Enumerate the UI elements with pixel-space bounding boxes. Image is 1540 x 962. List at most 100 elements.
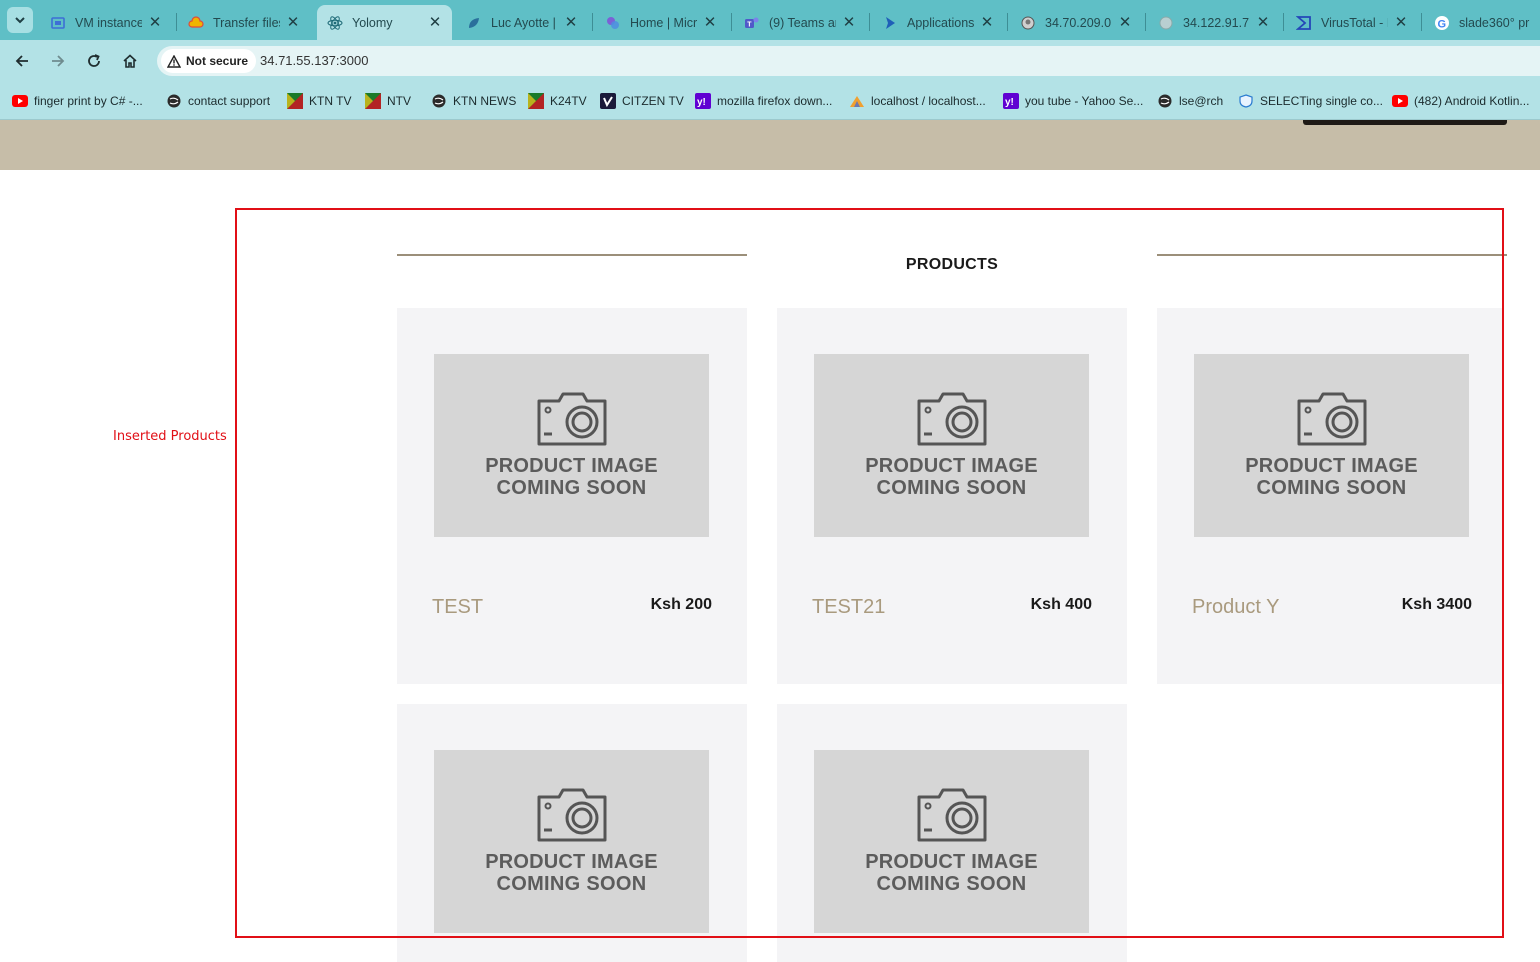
bookmark-item[interactable]: localhost / localhost...	[849, 92, 986, 110]
vimeo-icon	[600, 93, 616, 109]
tab-applications[interactable]: Applications ✕	[872, 5, 1004, 40]
product-card[interactable]: PRODUCT IMAGE COMING SOON TEST21 Ksh 400	[777, 308, 1127, 684]
placeholder-text: COMING SOON	[496, 477, 647, 499]
tab-title: Yolomy	[352, 15, 393, 30]
close-icon[interactable]: ✕	[1394, 15, 1408, 30]
react-icon	[327, 15, 343, 31]
globe-icon	[1020, 15, 1036, 31]
forward-button[interactable]	[45, 48, 71, 74]
bookmark-item[interactable]: y! you tube - Yahoo Se...	[1003, 92, 1143, 110]
placeholder-text: COMING SOON	[496, 873, 647, 895]
tab-teams[interactable]: T (9) Teams an ✕	[734, 5, 866, 40]
product-card[interactable]: PRODUCT IMAGE COMING SOON	[777, 704, 1127, 962]
close-icon[interactable]: ✕	[428, 15, 442, 30]
tab-title: slade360° pr	[1459, 15, 1530, 30]
bookmark-item[interactable]: y! mozilla firefox down...	[695, 92, 832, 110]
placeholder-text: COMING SOON	[876, 477, 1027, 499]
tab-transfer-files[interactable]: Transfer files ✕	[178, 5, 310, 40]
home-icon	[123, 54, 137, 68]
bookmarks-bar: finger print by C# -... contact support …	[0, 81, 1540, 120]
tab-slade360[interactable]: G slade360° pr	[1424, 5, 1540, 40]
url-text[interactable]: 34.71.55.137:3000	[260, 53, 368, 68]
placeholder-text: PRODUCT IMAGE	[485, 851, 658, 873]
tab-title: Applications	[907, 15, 974, 30]
close-icon[interactable]: ✕	[703, 15, 717, 30]
shield-icon	[1238, 93, 1254, 109]
home-button[interactable]	[117, 48, 143, 74]
bookmark-item[interactable]: finger print by C# -...	[12, 92, 143, 110]
google-icon: G	[1434, 15, 1450, 31]
address-bar[interactable]: Not secure 34.71.55.137:3000	[157, 46, 1540, 76]
camera-icon	[537, 788, 606, 842]
bookmark-label: KTN TV	[309, 94, 352, 108]
globe-icon	[166, 93, 182, 109]
bookmark-item[interactable]: KTN NEWS	[431, 92, 516, 110]
yahoo-icon: y!	[695, 93, 711, 109]
bookmark-item[interactable]: CITZEN TV	[600, 92, 684, 110]
virustotal-icon	[1296, 15, 1312, 31]
placeholder-text: PRODUCT IMAGE	[865, 455, 1038, 477]
camera-icon	[917, 392, 986, 446]
security-label: Not secure	[186, 54, 249, 68]
security-indicator[interactable]: Not secure	[161, 49, 257, 73]
globe-icon	[1157, 93, 1173, 109]
product-image-placeholder: PRODUCT IMAGE COMING SOON	[814, 354, 1089, 537]
bookmark-label: NTV	[387, 94, 411, 108]
close-icon[interactable]: ✕	[564, 15, 578, 30]
section-title: PRODUCTS	[905, 256, 999, 273]
tab-search-button[interactable]	[7, 7, 33, 33]
reload-button[interactable]	[81, 48, 107, 74]
cloud-icon	[188, 15, 204, 31]
close-icon[interactable]: ✕	[1118, 15, 1132, 30]
bookmark-label: CITZEN TV	[622, 94, 684, 108]
product-name[interactable]: Product Y	[1192, 596, 1279, 619]
youtube-icon	[12, 93, 28, 109]
tab-vm-instance[interactable]: VM instance ✕	[40, 5, 172, 40]
placeholder-text: COMING SOON	[876, 873, 1027, 895]
tab-title: Home | Micr	[630, 15, 697, 30]
tv-icon	[287, 93, 303, 109]
phpmyadmin-icon	[849, 93, 865, 109]
tv-icon	[365, 93, 381, 109]
tab-ip-34-122[interactable]: 34.122.91.7 ✕	[1148, 5, 1280, 40]
product-card[interactable]: PRODUCT IMAGE COMING SOON TEST Ksh 200	[397, 308, 747, 684]
svg-text:y!: y!	[697, 97, 706, 108]
bookmark-label: contact support	[188, 94, 271, 108]
close-icon[interactable]: ✕	[842, 15, 856, 30]
bookmark-item[interactable]: contact support	[166, 92, 270, 110]
product-name[interactable]: TEST21	[812, 596, 885, 619]
tab-virustotal[interactable]: VirusTotal - I ✕	[1286, 5, 1418, 40]
bookmark-item[interactable]: NTV	[365, 92, 411, 110]
bookmark-item[interactable]: SELECTing single co...	[1238, 92, 1383, 110]
close-icon[interactable]: ✕	[148, 15, 162, 30]
tab-home-microsoft[interactable]: Home | Micr ✕	[595, 5, 727, 40]
close-icon[interactable]: ✕	[1256, 15, 1270, 30]
bookmark-label: lse@rch	[1179, 94, 1224, 108]
close-icon[interactable]: ✕	[980, 15, 994, 30]
tab-yolomy[interactable]: Yolomy ✕	[317, 5, 452, 40]
tab-title: VM instance	[75, 15, 142, 30]
chevron-down-icon	[15, 17, 25, 24]
close-icon[interactable]: ✕	[286, 15, 300, 30]
product-card[interactable]: PRODUCT IMAGE COMING SOON Product Y Ksh …	[1157, 308, 1503, 684]
globe-icon	[431, 93, 447, 109]
arrow-right-icon	[52, 55, 65, 67]
header-button[interactable]	[1303, 120, 1507, 125]
browser-tab-strip: VM instance ✕ Transfer files ✕ Yolomy ✕ …	[0, 0, 1540, 40]
placeholder-text: COMING SOON	[1256, 477, 1407, 499]
tab-ip-34-70[interactable]: 34.70.209.0 ✕	[1010, 5, 1142, 40]
browser-toolbar: Not secure 34.71.55.137:3000	[0, 40, 1540, 81]
back-button[interactable]	[9, 48, 35, 74]
product-card[interactable]: PRODUCT IMAGE COMING SOON	[397, 704, 747, 962]
warning-triangle-icon	[167, 54, 181, 68]
product-name[interactable]: TEST	[432, 596, 483, 619]
tab-luc-ayotte[interactable]: Luc Ayotte | ✕	[456, 5, 588, 40]
bookmark-item[interactable]: (482) Android Kotlin...	[1392, 92, 1529, 110]
bookmark-item[interactable]: lse@rch	[1157, 92, 1223, 110]
product-image-placeholder: PRODUCT IMAGE COMING SOON	[1194, 354, 1469, 537]
bookmark-label: localhost / localhost...	[871, 94, 986, 108]
bookmark-item[interactable]: KTN TV	[287, 92, 351, 110]
bookmark-label: finger print by C# -...	[34, 94, 143, 108]
bookmark-item[interactable]: K24TV	[528, 92, 587, 110]
placeholder-text: PRODUCT IMAGE	[1245, 455, 1418, 477]
